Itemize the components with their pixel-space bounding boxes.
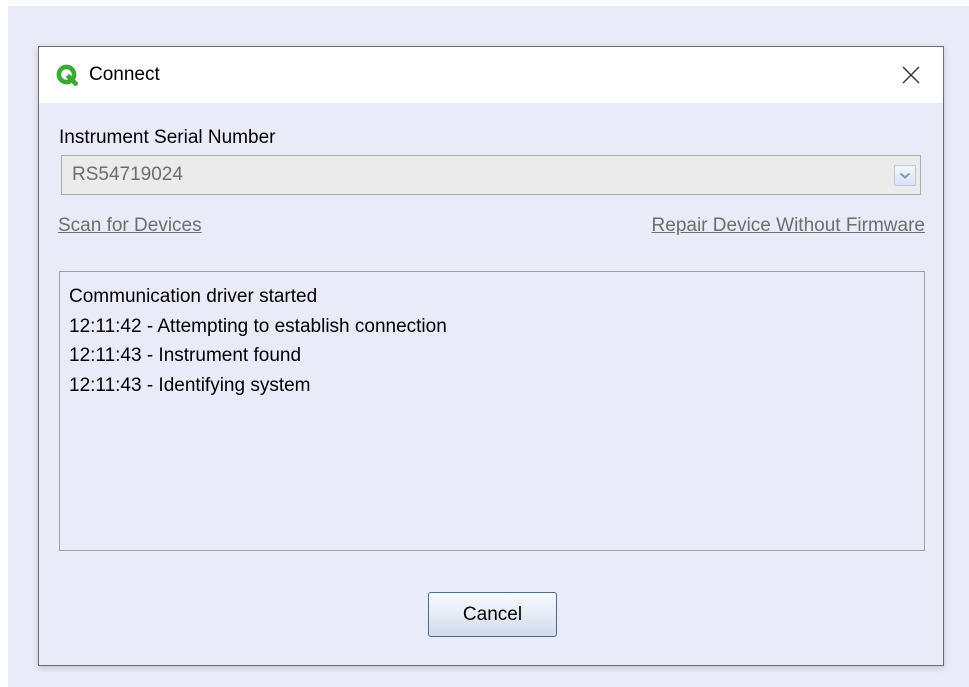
connection-log: Communication driver started 12:11:42 - … (59, 271, 925, 551)
connect-dialog: Connect Instrument Serial Number RS54719… (38, 46, 944, 666)
dialog-title: Connect (89, 64, 160, 85)
log-line: 12:11:43 - Identifying system (69, 374, 311, 396)
chevron-down-icon (899, 172, 911, 179)
serial-number-combobox[interactable]: RS54719024 (61, 155, 921, 195)
serial-number-label: Instrument Serial Number (59, 127, 276, 148)
close-button[interactable] (897, 61, 925, 89)
app-logo-icon (56, 64, 79, 87)
combobox-dropdown-button[interactable] (894, 165, 916, 186)
log-line: 12:11:43 - Instrument found (69, 345, 302, 366)
log-line: 12:11:42 - Attempting to establish conne… (69, 315, 447, 337)
serial-number-value: RS54719024 (72, 164, 183, 185)
title-bar: Connect (39, 47, 943, 103)
close-icon (902, 66, 920, 84)
scan-for-devices-link[interactable]: Scan for Devices (58, 214, 202, 238)
repair-device-link[interactable]: Repair Device Without Firmware (652, 214, 925, 238)
log-line: Communication driver started (69, 286, 318, 307)
cancel-button[interactable]: Cancel (428, 592, 557, 637)
